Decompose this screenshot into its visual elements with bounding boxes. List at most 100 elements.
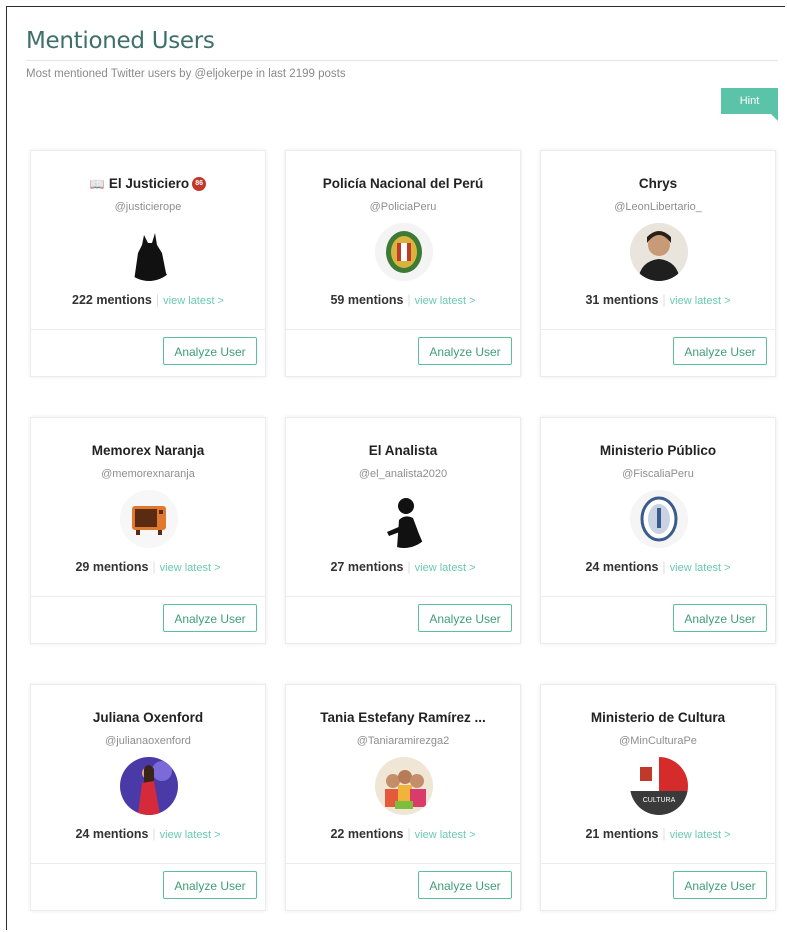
separator: | — [407, 560, 411, 574]
avatar[interactable] — [120, 223, 178, 281]
analyze-user-button[interactable]: Analyze User — [163, 871, 257, 899]
mentions-row: 59 mentions | view latest > — [286, 293, 520, 307]
avatar[interactable] — [630, 490, 688, 548]
user-name[interactable]: Tania Estefany Ramírez ... — [292, 710, 514, 725]
card-divider — [31, 596, 265, 597]
card-divider — [286, 329, 520, 330]
user-card: El Analista @el_analista2020 27 mentions… — [285, 417, 521, 644]
avatar[interactable] — [630, 223, 688, 281]
separator: | — [407, 827, 411, 841]
user-name[interactable]: Ministerio Público — [547, 443, 769, 458]
mentions-row: 29 mentions | view latest > — [31, 560, 265, 574]
card-divider — [286, 596, 520, 597]
user-card-body: 📖 El Justiciero 86 @justicierope 222 menti… — [31, 151, 265, 329]
mention-count: 222 mentions — [72, 293, 152, 307]
user-name[interactable]: Policía Nacional del Perú — [292, 176, 514, 191]
avatar[interactable] — [375, 223, 433, 281]
user-handle: @PoliciaPeru — [369, 201, 437, 213]
title-divider — [26, 60, 778, 61]
view-latest-link[interactable]: view latest > — [415, 295, 476, 307]
user-handle: @Taniaramirezga2 — [356, 735, 450, 747]
user-handle: @justicierope — [114, 201, 182, 213]
separator: | — [155, 293, 160, 307]
orange-tv-icon — [120, 490, 178, 548]
user-card-body: Policía Nacional del Perú @PoliciaPeru 5… — [286, 151, 520, 329]
card-divider — [31, 329, 265, 330]
user-card: Memorex Naranja @memorexnaranja 29 menti… — [30, 417, 266, 644]
analyze-user-button[interactable]: Analyze User — [163, 604, 257, 632]
book-icon: 📖 — [89, 177, 105, 191]
view-latest-link[interactable]: view latest > — [670, 562, 731, 574]
user-card-body: Tania Estefany Ramírez ... @Taniaramirez… — [286, 685, 520, 863]
user-handle: @memorexnaranja — [101, 468, 195, 480]
avatar[interactable]: CULTURA — [630, 757, 688, 815]
user-handle: @julianaoxenford — [105, 735, 191, 747]
user-card: Chrys @LeonLibertario_ 31 mentions | view … — [540, 150, 776, 377]
user-name[interactable]: El Analista — [292, 443, 514, 458]
user-name[interactable]: Ministerio de Cultura — [547, 710, 769, 725]
analyze-user-button[interactable]: Analyze User — [673, 337, 767, 365]
avatar[interactable] — [120, 757, 178, 815]
mention-count: 24 mentions — [75, 827, 149, 841]
cultura-logo-text: CULTURA — [643, 797, 676, 804]
mentions-row: 21 mentions | view latest > — [541, 827, 775, 841]
user-name-text: El Justiciero — [108, 176, 190, 191]
user-card-body: Ministerio Público @FiscaliaPeru 24 ment… — [541, 418, 775, 596]
group-photo-icon — [375, 757, 433, 815]
page-title: Mentioned Users — [26, 28, 215, 54]
fiscalia-seal-icon — [630, 490, 688, 548]
user-card: Policía Nacional del Perú @PoliciaPeru 5… — [285, 150, 521, 377]
view-latest-link[interactable]: view latest > — [160, 829, 221, 841]
separator: | — [662, 560, 666, 574]
analyze-user-button[interactable]: Analyze User — [673, 604, 767, 632]
mentions-row: 24 mentions | view latest > — [31, 827, 265, 841]
page-subtitle: Most mentioned Twitter users by @eljoker… — [26, 68, 346, 80]
user-name[interactable]: Memorex Naranja — [37, 443, 259, 458]
view-latest-link[interactable]: view latest > — [415, 562, 476, 574]
batman-silhouette-icon — [120, 223, 178, 281]
user-card-body: Ministerio de Cultura @MinCulturaPe CULT… — [541, 685, 775, 863]
mentions-row: 27 mentions | view latest > — [286, 560, 520, 574]
analyze-user-button[interactable]: Analyze User — [163, 337, 257, 365]
user-card: Tania Estefany Ramírez ... @Taniaramirez… — [285, 684, 521, 911]
avatar[interactable] — [375, 757, 433, 815]
mentions-row: 22 mentions | view latest > — [286, 827, 520, 841]
card-divider — [286, 863, 520, 864]
avatar[interactable] — [120, 490, 178, 548]
card-divider — [541, 863, 775, 864]
view-latest-link[interactable]: view latest > — [160, 562, 221, 574]
thinker-silhouette-icon — [375, 490, 433, 548]
mentions-row: 222 mentions | view latest > — [31, 293, 265, 307]
separator: | — [662, 293, 666, 307]
user-name[interactable]: Juliana Oxenford — [37, 710, 259, 725]
view-latest-link[interactable]: view latest > — [415, 829, 476, 841]
mentions-row: 24 mentions | view latest > — [541, 560, 775, 574]
analyze-user-button[interactable]: Analyze User — [418, 871, 512, 899]
analyze-user-button[interactable]: Analyze User — [418, 337, 512, 365]
mention-count: 22 mentions — [330, 827, 404, 841]
user-card-body: Juliana Oxenford @julianaoxenford 24 men… — [31, 685, 265, 863]
view-latest-link[interactable]: view latest > — [670, 295, 731, 307]
person-photo-icon — [630, 223, 688, 281]
cultura-logo-icon: CULTURA — [630, 757, 688, 815]
user-handle: @FiscaliaPeru — [622, 468, 694, 480]
user-name[interactable]: 📖 El Justiciero 86 — [37, 176, 259, 192]
user-handle: @LeonLibertario_ — [614, 201, 702, 213]
mention-count: 29 mentions — [75, 560, 149, 574]
user-card: 📖 El Justiciero 86 @justicierope 222 menti… — [30, 150, 266, 377]
avatar[interactable] — [375, 490, 433, 548]
analyze-user-button[interactable]: Analyze User — [673, 871, 767, 899]
user-name[interactable]: Chrys — [547, 176, 769, 191]
view-latest-link[interactable]: view latest > — [163, 295, 224, 307]
separator: | — [152, 560, 156, 574]
user-card-body: Chrys @LeonLibertario_ 31 mentions | view … — [541, 151, 775, 329]
separator: | — [152, 827, 156, 841]
card-divider — [541, 329, 775, 330]
analyze-user-button[interactable]: Analyze User — [418, 604, 512, 632]
view-latest-link[interactable]: view latest > — [670, 829, 731, 841]
verified-badge-icon: 86 — [192, 177, 207, 192]
user-card-body: Memorex Naranja @memorexnaranja 29 menti… — [31, 418, 265, 596]
user-card: Ministerio Público @FiscaliaPeru 24 ment… — [540, 417, 776, 644]
hint-button[interactable]: Hint — [721, 88, 778, 121]
mention-count: 24 mentions — [585, 560, 659, 574]
